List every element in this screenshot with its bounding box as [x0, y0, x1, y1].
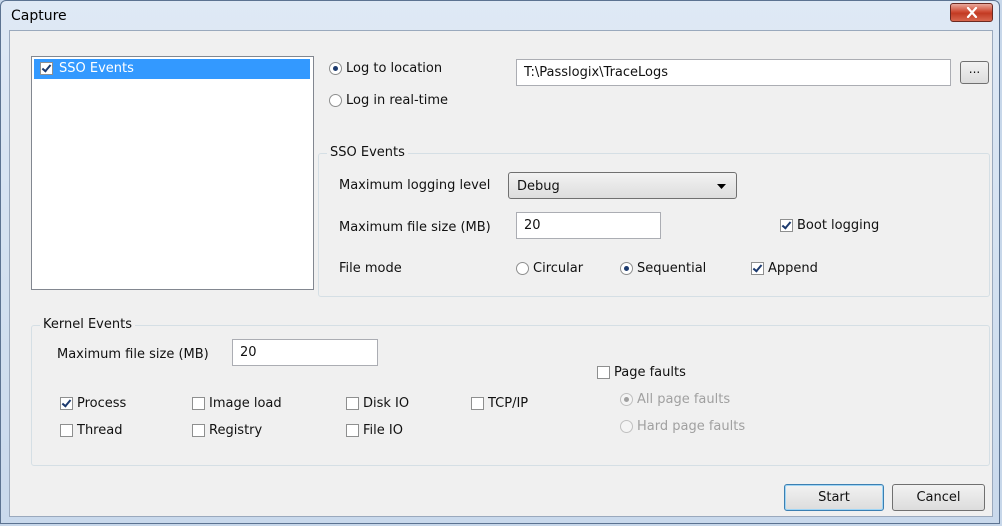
- disk-io-checkbox[interactable]: [346, 397, 359, 410]
- hard-page-faults-label: Hard page faults: [637, 419, 746, 434]
- event-list[interactable]: SSO Events: [31, 56, 314, 290]
- registry-option[interactable]: Registry: [192, 423, 262, 438]
- chevron-down-icon: [717, 184, 726, 189]
- close-button[interactable]: [950, 3, 993, 22]
- image-load-checkbox[interactable]: [192, 397, 205, 410]
- tcpip-checkbox[interactable]: [471, 397, 484, 410]
- capture-window: Capture SSO Events Log to location Log i…: [0, 0, 1000, 524]
- cancel-button[interactable]: Cancel: [892, 484, 985, 511]
- close-icon: [966, 7, 978, 18]
- append-checkbox[interactable]: [751, 262, 764, 275]
- list-item-sso-events[interactable]: SSO Events: [34, 59, 310, 79]
- boot-logging-checkbox[interactable]: [780, 219, 793, 232]
- start-button[interactable]: Start: [784, 484, 884, 511]
- dialog-body: SSO Events Log to location Log in real-t…: [9, 30, 993, 517]
- kernel-events-group-title: Kernel Events: [40, 317, 135, 332]
- log-location-input[interactable]: T:\Passlogix\TraceLogs: [516, 59, 951, 86]
- file-io-option[interactable]: File IO: [346, 423, 403, 438]
- file-io-checkbox[interactable]: [346, 424, 359, 437]
- title-bar: Capture: [1, 1, 999, 29]
- hard-page-faults-option[interactable]: Hard page faults: [620, 419, 745, 434]
- log-realtime-radio[interactable]: [329, 94, 342, 107]
- sso-max-file-size-input[interactable]: 20: [516, 212, 661, 239]
- disk-io-label: Disk IO: [363, 396, 410, 411]
- max-logging-level-dropdown[interactable]: Debug: [508, 172, 737, 199]
- disk-io-option[interactable]: Disk IO: [346, 396, 409, 411]
- log-to-location-radio[interactable]: [329, 62, 342, 75]
- sso-max-file-size-label: Maximum file size (MB): [339, 220, 491, 235]
- max-logging-level-label: Maximum logging level: [339, 178, 491, 193]
- thread-option[interactable]: Thread: [60, 423, 122, 438]
- all-page-faults-label: All page faults: [637, 392, 731, 407]
- log-to-location-option[interactable]: Log to location: [329, 61, 442, 76]
- circular-label: Circular: [533, 261, 584, 276]
- registry-label: Registry: [209, 423, 263, 438]
- boot-logging-label: Boot logging: [797, 218, 880, 233]
- all-page-faults-option[interactable]: All page faults: [620, 392, 730, 407]
- thread-checkbox[interactable]: [60, 424, 73, 437]
- registry-checkbox[interactable]: [192, 424, 205, 437]
- browse-button[interactable]: ...: [960, 61, 989, 84]
- sso-events-group-title: SSO Events: [327, 145, 408, 160]
- process-checkbox[interactable]: [60, 397, 73, 410]
- process-label: Process: [77, 396, 127, 411]
- append-option[interactable]: Append: [751, 261, 818, 276]
- append-label: Append: [768, 261, 818, 276]
- log-realtime-label: Log in real-time: [346, 93, 449, 108]
- circular-radio[interactable]: [516, 262, 529, 275]
- tcpip-option[interactable]: TCP/IP: [471, 396, 528, 411]
- window-title: Capture: [11, 8, 67, 24]
- sso-events-checkbox[interactable]: [40, 62, 53, 75]
- sso-events-item-label: SSO Events: [59, 61, 134, 76]
- log-to-location-label: Log to location: [346, 61, 443, 76]
- sequential-option[interactable]: Sequential: [620, 261, 706, 276]
- circular-option[interactable]: Circular: [516, 261, 583, 276]
- thread-label: Thread: [77, 423, 123, 438]
- kernel-max-file-size-input[interactable]: 20: [232, 339, 378, 366]
- image-load-label: Image load: [209, 396, 282, 411]
- page-faults-option[interactable]: Page faults: [597, 365, 686, 380]
- all-page-faults-radio[interactable]: [620, 393, 633, 406]
- sequential-label: Sequential: [637, 261, 707, 276]
- hard-page-faults-radio[interactable]: [620, 420, 633, 433]
- boot-logging-option[interactable]: Boot logging: [780, 218, 879, 233]
- process-option[interactable]: Process: [60, 396, 126, 411]
- sequential-radio[interactable]: [620, 262, 633, 275]
- file-io-label: File IO: [363, 423, 403, 438]
- log-realtime-option[interactable]: Log in real-time: [329, 93, 448, 108]
- image-load-option[interactable]: Image load: [192, 396, 282, 411]
- max-logging-level-value: Debug: [517, 179, 560, 194]
- page-faults-checkbox[interactable]: [597, 366, 610, 379]
- page-faults-label: Page faults: [614, 365, 686, 380]
- tcpip-label: TCP/IP: [488, 396, 529, 411]
- file-mode-label: File mode: [339, 261, 402, 276]
- kernel-max-file-size-label: Maximum file size (MB): [57, 347, 209, 362]
